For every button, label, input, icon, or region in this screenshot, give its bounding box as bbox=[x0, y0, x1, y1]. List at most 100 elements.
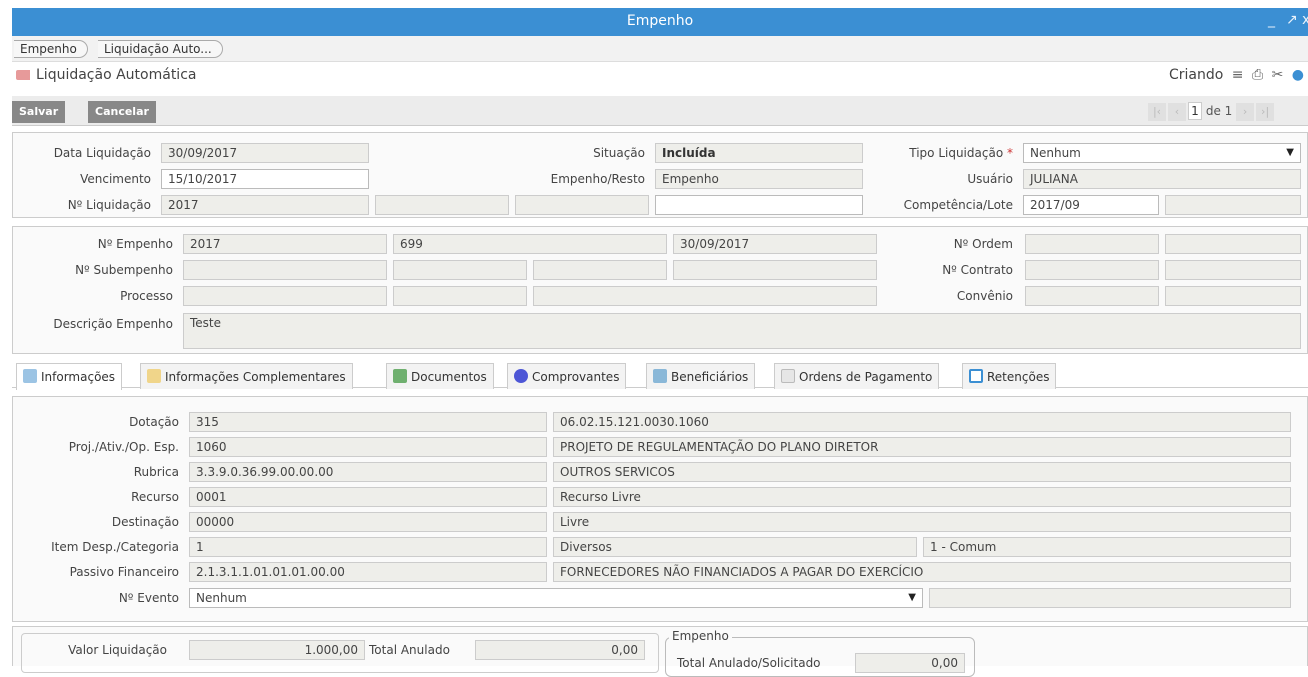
competencia-field[interactable]: 2017/09 bbox=[1023, 195, 1159, 215]
tab-comprovantes[interactable]: Comprovantes bbox=[507, 363, 627, 389]
vencimento-label: Vencimento bbox=[80, 172, 151, 186]
next-page-icon[interactable]: › bbox=[1236, 103, 1255, 121]
dotacao-desc-field: 06.02.15.121.0030.1060 bbox=[553, 412, 1291, 432]
tipo-liquidacao-value: Nenhum bbox=[1030, 146, 1081, 160]
restore-button[interactable]: ↗ bbox=[1286, 12, 1298, 28]
n-subempenho-field-3 bbox=[533, 260, 667, 280]
window-title: Empenho bbox=[626, 13, 694, 29]
passivo-financeiro-field: 2.1.3.1.1.01.01.01.00.00 bbox=[189, 562, 547, 582]
pager: |‹ ‹ 1 de 1 › ›| bbox=[1148, 102, 1276, 121]
empenho-resto-field: Empenho bbox=[655, 169, 863, 189]
total-anulado-solicitado-label: Total Anulado/Solicitado bbox=[677, 656, 821, 670]
tab-informacoes[interactable]: Informações bbox=[16, 363, 123, 390]
tab-documentos[interactable]: Documentos bbox=[386, 363, 494, 389]
n-evento-select[interactable]: Nenhum ▼ bbox=[189, 588, 923, 608]
n-liquidacao-extra-field-2 bbox=[515, 195, 649, 215]
item-desp-label: Item Desp./Categoria bbox=[51, 540, 179, 554]
passivo-financeiro-desc-field: FORNECEDORES NÃO FINANCIADOS A PAGAR DO … bbox=[553, 562, 1291, 582]
share-icon bbox=[23, 369, 37, 383]
tab-bar: Informações Informações Complementares D… bbox=[12, 360, 1308, 390]
save-button[interactable]: Salvar bbox=[12, 101, 66, 123]
minimize-button[interactable]: _ bbox=[1268, 12, 1275, 28]
breadcrumb-item-liquidacao[interactable]: Liquidação Auto... bbox=[98, 40, 223, 58]
valor-liquidacao-label: Valor Liquidação bbox=[68, 643, 167, 657]
proj-ativ-field: 1060 bbox=[189, 437, 547, 457]
informacoes-panel: Dotação 315 06.02.15.121.0030.1060 Proj.… bbox=[12, 396, 1308, 622]
page-number-input[interactable]: 1 bbox=[1188, 102, 1202, 120]
breadcrumb-item-empenho[interactable]: Empenho bbox=[14, 40, 88, 58]
n-subempenho-label: Nº Subempenho bbox=[75, 263, 173, 277]
n-subempenho-field-2 bbox=[393, 260, 527, 280]
tab-beneficiarios[interactable]: Beneficiários bbox=[646, 363, 756, 389]
data-liquidacao-label: Data Liquidação bbox=[53, 146, 151, 160]
situacao-label: Situação bbox=[593, 146, 645, 160]
n-empenho-ano-field: 2017 bbox=[183, 234, 387, 254]
n-ordem-field-2 bbox=[1165, 234, 1301, 254]
proj-ativ-label: Proj./Ativ./Op. Esp. bbox=[68, 440, 179, 454]
processo-label: Processo bbox=[120, 289, 173, 303]
rubrica-label: Rubrica bbox=[133, 465, 179, 479]
processo-field-2 bbox=[393, 286, 527, 306]
page-icon bbox=[781, 369, 795, 383]
tag-icon bbox=[16, 70, 30, 80]
last-page-icon[interactable]: ›| bbox=[1256, 103, 1275, 121]
recurso-label: Recurso bbox=[131, 490, 179, 504]
dotacao-label: Dotação bbox=[129, 415, 179, 429]
descricao-empenho-label: Descrição Empenho bbox=[53, 317, 173, 331]
tools-icon[interactable]: ✂ bbox=[1272, 67, 1284, 83]
vencimento-field[interactable]: 15/10/2017 bbox=[161, 169, 369, 189]
n-contrato-label: Nº Contrato bbox=[942, 263, 1013, 277]
dropdown-arrow-icon: ▼ bbox=[908, 592, 916, 603]
lote-field bbox=[1165, 195, 1301, 215]
globe-icon[interactable]: ● bbox=[1292, 67, 1304, 83]
usuario-field: JULIANA bbox=[1023, 169, 1301, 189]
prev-page-icon[interactable]: ‹ bbox=[1168, 103, 1186, 121]
list-icon bbox=[147, 369, 161, 383]
page-header: Liquidação Automática Criando ≡ ⎙ ✂ ● bbox=[12, 62, 1308, 90]
tab-ordens-de-pagamento[interactable]: Ordens de Pagamento bbox=[774, 363, 940, 389]
total-anulado-solicitado-field: 0,00 bbox=[855, 653, 965, 673]
tab-informacoes-complementares[interactable]: Informações Complementares bbox=[140, 363, 353, 389]
cancel-button[interactable]: Cancelar bbox=[88, 101, 156, 123]
convenio-field-2 bbox=[1165, 286, 1301, 306]
convenio-label: Convênio bbox=[956, 289, 1013, 303]
empenho-legend: Empenho bbox=[669, 629, 732, 643]
n-ordem-label: Nº Ordem bbox=[953, 237, 1013, 251]
recurso-field: 0001 bbox=[189, 487, 547, 507]
total-anulado-label: Total Anulado bbox=[369, 643, 450, 657]
n-evento-extra-field bbox=[929, 588, 1291, 608]
spreadsheet-icon bbox=[393, 369, 407, 383]
dropdown-arrow-icon: ▼ bbox=[1286, 147, 1294, 158]
tab-retencoes[interactable]: Retenções bbox=[962, 363, 1057, 389]
n-contrato-field-2 bbox=[1165, 260, 1301, 280]
n-empenho-num-field: 699 bbox=[393, 234, 667, 254]
rubrica-desc-field: OUTROS SERVICOS bbox=[553, 462, 1291, 482]
empenho-panel: Nº Empenho 2017 699 30/09/2017 Nº Subemp… bbox=[12, 226, 1308, 354]
print-icon[interactable]: ⎙ bbox=[1252, 67, 1263, 83]
n-contrato-field-1 bbox=[1025, 260, 1159, 280]
usuario-label: Usuário bbox=[967, 172, 1013, 186]
status-text: Criando bbox=[1168, 67, 1224, 83]
first-page-icon[interactable]: |‹ bbox=[1148, 103, 1166, 121]
n-liquidacao-extra-field bbox=[375, 195, 509, 215]
menu-icon[interactable]: ≡ bbox=[1232, 67, 1244, 83]
n-evento-value: Nenhum bbox=[196, 591, 247, 605]
n-empenho-data-field: 30/09/2017 bbox=[673, 234, 877, 254]
empenho-resto-input[interactable] bbox=[655, 195, 863, 215]
page-actions: Criando ≡ ⎙ ✂ ● bbox=[1169, 67, 1304, 83]
processo-field-1 bbox=[183, 286, 387, 306]
page-title: Liquidação Automática bbox=[36, 67, 197, 83]
n-evento-label: Nº Evento bbox=[118, 591, 179, 605]
tipo-liquidacao-select[interactable]: Nenhum ▼ bbox=[1023, 143, 1301, 163]
item-desp-desc-field: Diversos bbox=[553, 537, 917, 557]
toolbar: Salvar Cancelar |‹ ‹ 1 de 1 › ›| bbox=[12, 96, 1308, 126]
n-ordem-field-1 bbox=[1025, 234, 1159, 254]
n-liquidacao-field: 2017 bbox=[161, 195, 369, 215]
close-button[interactable]: x bbox=[1302, 12, 1308, 28]
circle-icon bbox=[514, 369, 528, 383]
users-icon bbox=[653, 369, 667, 383]
recurso-desc-field: Recurso Livre bbox=[553, 487, 1291, 507]
dotacao-field: 315 bbox=[189, 412, 547, 432]
convenio-field-1 bbox=[1025, 286, 1159, 306]
liquidacao-header-panel: Data Liquidação 30/09/2017 Vencimento 15… bbox=[12, 132, 1308, 218]
